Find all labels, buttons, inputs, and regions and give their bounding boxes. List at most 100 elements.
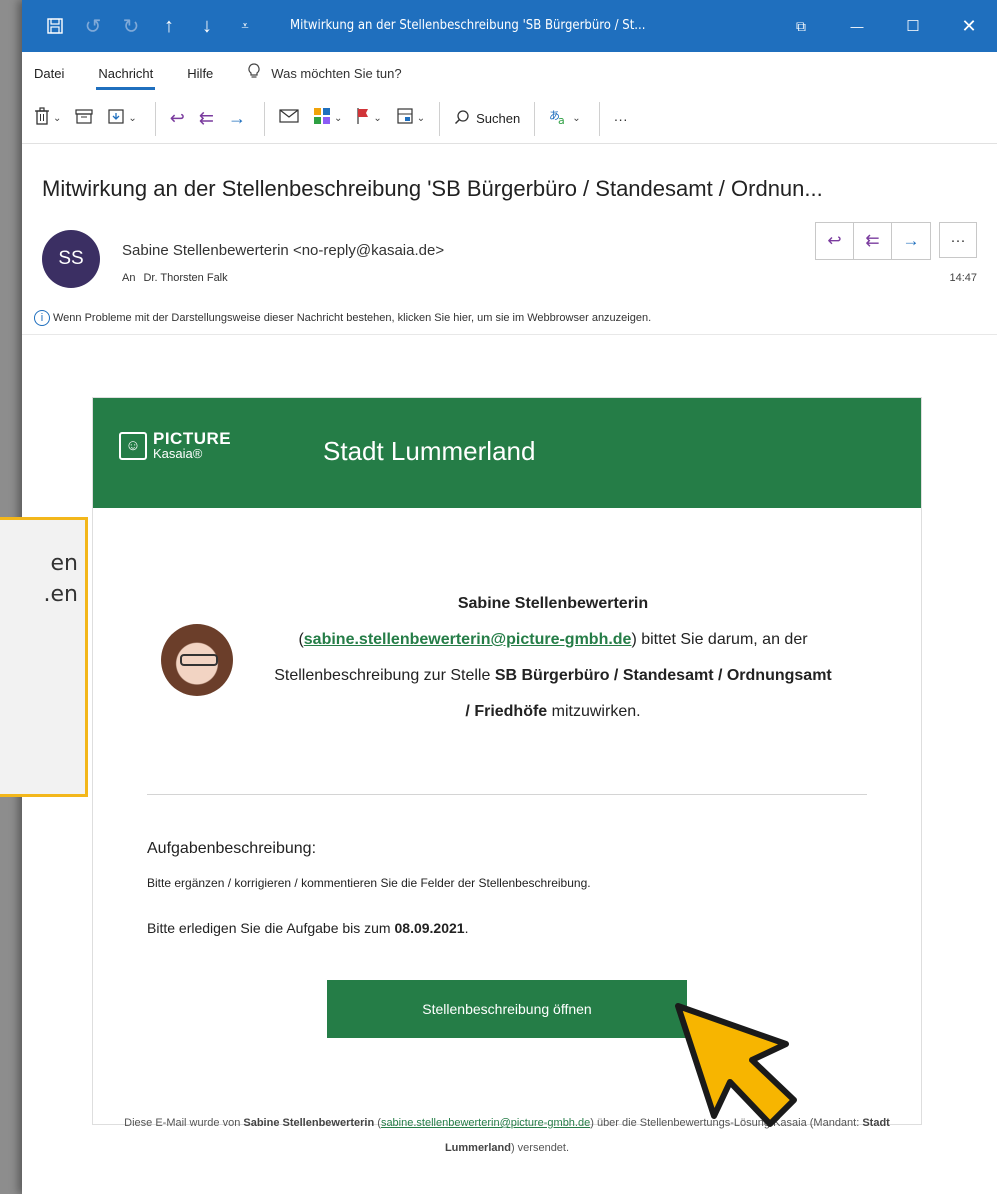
tell-me-text: Was möchten Sie tun? [271, 65, 402, 81]
tab-datei[interactable]: Datei [34, 66, 64, 81]
chevron-down-icon: ⌄ [416, 113, 426, 124]
forward-button[interactable]: → [228, 108, 246, 129]
email-banner: ☺ PICTURE Kasaia® Stadt Lummerland [93, 398, 921, 508]
translate-button[interactable]: あa ⌄ [549, 107, 580, 130]
forward-icon: → [227, 108, 246, 128]
callout-text: en en. [0, 548, 78, 610]
save-icon[interactable] [36, 17, 74, 35]
footer-sender-name: Sabine Stellenbewerterin [243, 1117, 375, 1129]
envelope-icon [279, 108, 299, 129]
deadline-prefix: Bitte erledigen Sie die Aufgabe bis zum [147, 920, 395, 936]
chevron-down-icon: ⌄ [128, 113, 137, 124]
reply-icon: ↩ [169, 108, 185, 128]
sender-avatar[interactable]: SS [42, 230, 100, 288]
ribbon-separator [534, 101, 536, 136]
footer-text-3: ) versendet. [510, 1142, 570, 1154]
chevron-down-icon: ⌄ [53, 113, 62, 124]
reply-all-button[interactable]: ⇇ [199, 108, 214, 129]
ribbon-toolbar: ⌄ ⌄ ↩ ⇇ → ⌄ ⌄ ⌄ Suchen あ a ⌄ ··· [22, 94, 997, 144]
maximize-button[interactable]: ☐ [885, 17, 941, 35]
tutorial-callout: en en. [0, 517, 88, 797]
svg-text:a: a [558, 114, 565, 125]
undo-icon[interactable]: ↺ [74, 14, 112, 39]
trash-icon [34, 107, 50, 130]
ribbon-separator [439, 101, 441, 136]
lightbulb-icon [247, 62, 261, 84]
redo-icon[interactable]: ↻ [112, 14, 150, 39]
reply-button[interactable]: ↩ [170, 108, 185, 129]
pointer-arrow-icon [675, 1003, 797, 1127]
recipient-line: An Dr. Thorsten Falk [122, 272, 228, 284]
down-arrow-icon[interactable]: ↓ [188, 15, 226, 38]
up-arrow-icon[interactable]: ↑ [150, 15, 188, 38]
minimize-button[interactable]: — [829, 19, 885, 34]
picture-kasaia-logo: ☺ PICTURE Kasaia® [119, 430, 231, 461]
task-description: Bitte ergänzen / korrigieren / kommentie… [147, 876, 591, 890]
delete-button[interactable]: ⌄ [34, 107, 61, 130]
to-label: An [122, 272, 136, 284]
logo-mark-icon: ☺ [119, 431, 147, 460]
footer-text-1: Diese E-Mail wurde von [124, 1117, 244, 1129]
quick-access-toolbar: ↺ ↻ ↑ ↓ ⩡ [22, 14, 264, 39]
callout-line-2: en. [43, 582, 78, 607]
open-job-description-button[interactable]: Stellenbeschreibung öffnen [327, 980, 687, 1038]
archive-icon [75, 108, 93, 129]
flag-button[interactable]: ⌄ [356, 107, 382, 130]
forward-icon[interactable]: → [892, 223, 930, 259]
tab-nachricht[interactable]: Nachricht [96, 66, 156, 90]
categorize-button[interactable]: ⌄ [313, 107, 342, 130]
invite-sender-email-link[interactable]: sabine.stellenbewerterin@picture-gmbh.de [304, 631, 632, 648]
archive-button[interactable] [75, 108, 93, 129]
deadline-suffix: . [464, 920, 469, 936]
close-button[interactable]: ✕ [941, 16, 997, 37]
callout-line-1: en [50, 551, 78, 576]
recipient-name[interactable]: Dr. Thorsten Falk [143, 272, 227, 284]
ribbon-separator [263, 101, 265, 136]
task-heading: Aufgabenbeschreibung: [147, 840, 317, 857]
search-icon [454, 109, 470, 128]
categories-icon [313, 107, 331, 130]
message-actions: ↩ ⇇ → ··· [815, 222, 977, 260]
info-text: Wenn Probleme mit der Darstellungsweise … [53, 312, 652, 324]
info-bar[interactable]: i Wenn Probleme mit der Darstellungsweis… [34, 305, 651, 331]
tell-me-box[interactable]: Was möchten Sie tun? [247, 62, 402, 84]
footer-email-link[interactable]: sabine.stellenbewerterin@picture-gmbh.de [381, 1117, 590, 1129]
rules-button[interactable]: ⌄ [396, 107, 425, 130]
reply-all-icon[interactable]: ⇇ [854, 223, 892, 259]
move-button[interactable]: ⌄ [107, 107, 137, 130]
ribbon-display-icon[interactable]: ⧉ [773, 18, 829, 35]
divider [147, 794, 867, 795]
reply-all-icon: ⇇ [198, 108, 214, 128]
translate-icon: あa [549, 107, 569, 130]
title-bar: ↺ ↻ ↑ ↓ ⩡ Mitwirkung an der Stellenbesch… [22, 0, 997, 52]
flag-icon [356, 107, 370, 130]
received-time: 14:47 [949, 272, 977, 284]
task-deadline: Bitte erledigen Sie die Aufgabe bis zum … [147, 920, 468, 936]
sender-photo [161, 624, 233, 696]
search-label: Suchen [476, 111, 521, 126]
email-subject: Mitwirkung an der Stellenbeschreibung 'S… [42, 176, 823, 201]
search-button[interactable]: Suchen [454, 109, 520, 128]
deadline-date: 08.09.2021 [394, 920, 465, 936]
more-actions-button[interactable]: ··· [939, 222, 977, 258]
move-folder-icon [107, 107, 125, 130]
window-title: Mitwirkung an der Stellenbeschreibung 'S… [290, 18, 646, 33]
rules-icon [396, 107, 414, 130]
info-icon: i [34, 310, 50, 326]
read-unread-button[interactable] [279, 108, 299, 129]
outlook-message-window: ↺ ↻ ↑ ↓ ⩡ Mitwirkung an der Stellenbesch… [22, 0, 997, 1194]
reply-actions-group: ↩ ⇇ → [815, 222, 931, 260]
invite-job-title: SB Bürgerbüro / Standesamt / Ordnungsamt… [465, 667, 832, 720]
ribbon-separator [154, 101, 156, 136]
logo-subtitle: Kasaia® [153, 446, 203, 461]
chevron-down-icon: ⌄ [373, 113, 382, 124]
organization-name: Stadt Lummerland [323, 436, 536, 466]
tab-hilfe[interactable]: Hilfe [187, 66, 213, 81]
more-commands-button[interactable]: ··· [614, 111, 628, 127]
message-body: ☺ PICTURE Kasaia® Stadt Lummerland Sabin… [22, 334, 997, 1194]
reply-icon[interactable]: ↩ [816, 223, 854, 259]
chevron-down-icon: ⌄ [333, 113, 343, 124]
customize-icon[interactable]: ⩡ [226, 18, 264, 34]
menu-bar: Datei Nachricht Hilfe Was möchten Sie tu… [22, 52, 997, 94]
sender-address[interactable]: Sabine Stellenbewerterin <no-reply@kasai… [122, 242, 444, 259]
